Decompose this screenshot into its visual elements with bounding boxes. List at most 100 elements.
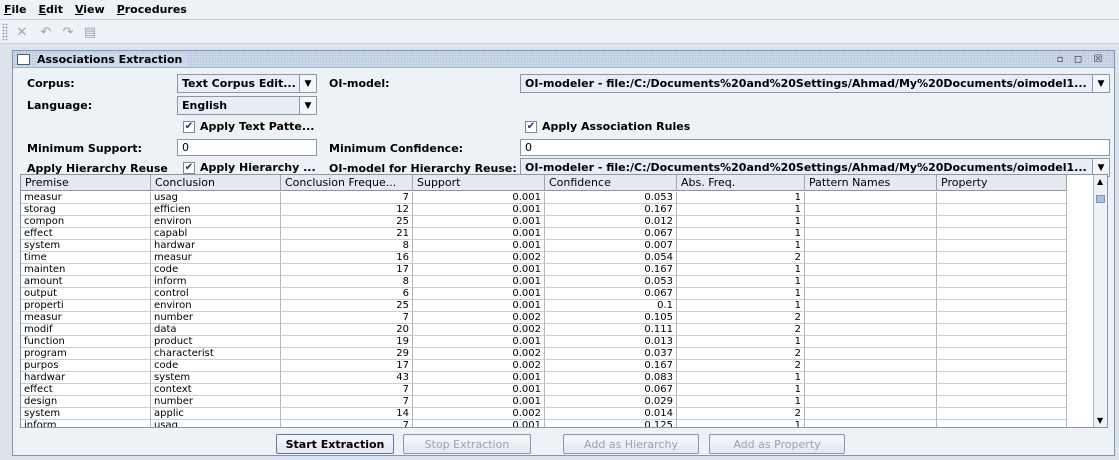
column-header[interactable]: Premise — [21, 175, 151, 190]
table-cell: 0.001 — [413, 204, 545, 216]
apply-association-rules-checkbox[interactable]: ✔ Apply Association Rules — [525, 120, 690, 133]
redo-icon[interactable]: ↷ — [58, 23, 78, 41]
table-cell: 7 — [281, 192, 413, 204]
table-cell: 17 — [281, 360, 413, 372]
column-header[interactable]: Conclusion — [151, 175, 281, 190]
table-cell: hardwar — [21, 372, 151, 384]
chevron-down-icon[interactable]: ▼ — [299, 75, 316, 92]
table-cell — [937, 336, 1067, 348]
scrollbar-thumb[interactable] — [1096, 195, 1105, 203]
table-cell — [805, 228, 937, 240]
table-cell: design — [21, 396, 151, 408]
table-row[interactable]: system hardwar 8 0.001 0.007 1 — [21, 240, 1067, 252]
table-row[interactable]: time measur 16 0.002 0.054 2 — [21, 252, 1067, 264]
table-cell — [805, 336, 937, 348]
table-cell: 0.167 — [545, 204, 677, 216]
table-cell: measur — [21, 312, 151, 324]
table-cell: 0.007 — [545, 240, 677, 252]
table-cell: control — [151, 288, 281, 300]
table-row[interactable]: hardwar system 43 0.001 0.083 1 — [21, 372, 1067, 384]
apply-hierarchy-checkbox[interactable]: ✔ Apply Hierarchy ... — [183, 161, 316, 174]
table-cell — [937, 384, 1067, 396]
table-cell: time — [21, 252, 151, 264]
table-cell — [937, 216, 1067, 228]
table-cell — [805, 324, 937, 336]
table-row[interactable]: modif data 20 0.002 0.111 2 — [21, 324, 1067, 336]
scroll-down-icon[interactable]: ▼ — [1097, 416, 1103, 425]
paste-icon[interactable]: ▤ — [80, 23, 100, 41]
menu-view[interactable]: View — [75, 3, 105, 16]
table-cell: code — [151, 264, 281, 276]
table-row[interactable]: system applic 14 0.002 0.014 2 — [21, 408, 1067, 420]
table-cell: 1 — [677, 204, 805, 216]
table-row[interactable]: effect context 7 0.001 0.067 1 — [21, 384, 1067, 396]
chevron-down-icon[interactable]: ▼ — [1092, 75, 1109, 92]
min-support-input[interactable]: 0 — [177, 139, 317, 156]
corpus-select[interactable]: Text Corpus Edit... ▼ — [177, 74, 317, 93]
table-cell — [937, 420, 1067, 427]
table-cell: efficien — [151, 204, 281, 216]
table-cell: 12 — [281, 204, 413, 216]
menu-file[interactable]: File — [4, 3, 27, 16]
table-row[interactable]: inform usag 7 0.001 0.125 1 — [21, 420, 1067, 427]
table-cell: 0.001 — [413, 216, 545, 228]
table-cell: 0.001 — [413, 276, 545, 288]
table-row[interactable]: function product 19 0.001 0.013 1 — [21, 336, 1067, 348]
table-row[interactable]: measur number 7 0.002 0.105 2 — [21, 312, 1067, 324]
menu-edit[interactable]: Edit — [39, 3, 63, 16]
table-cell: 1 — [677, 300, 805, 312]
column-header[interactable]: Pattern Names — [805, 175, 937, 190]
column-header[interactable]: Support — [413, 175, 545, 190]
column-header[interactable]: Confidence — [545, 175, 677, 190]
add-as-property-button[interactable]: Add as Property — [709, 434, 845, 454]
table-cell: 0.029 — [545, 396, 677, 408]
vertical-scrollbar[interactable]: ▲ ▼ — [1093, 175, 1107, 427]
table-cell: 1 — [677, 264, 805, 276]
table-cell: 14 — [281, 408, 413, 420]
language-select[interactable]: English ▼ — [177, 96, 317, 115]
table-row[interactable]: program characterist 29 0.002 0.037 2 — [21, 348, 1067, 360]
table-cell: 0.001 — [413, 288, 545, 300]
table-cell: inform — [21, 420, 151, 427]
window-title-bar[interactable]: Associations Extraction ▫ ◻ ☒ — [13, 51, 1114, 68]
table-cell: compon — [21, 216, 151, 228]
menu-procedures[interactable]: Procedures — [117, 3, 187, 16]
table-row[interactable]: purpos code 17 0.002 0.167 2 — [21, 360, 1067, 372]
table-cell: characterist — [151, 348, 281, 360]
undo-icon[interactable]: ↶ — [36, 23, 56, 41]
min-confidence-input[interactable]: 0 — [520, 139, 1110, 156]
table-row[interactable]: storag efficien 12 0.001 0.167 1 — [21, 204, 1067, 216]
add-as-hierarchy-button[interactable]: Add as Hierarchy — [563, 434, 699, 454]
table-row[interactable]: measur usag 7 0.001 0.053 1 — [21, 192, 1067, 204]
table-cell: 1 — [677, 276, 805, 288]
table-row[interactable]: design number 7 0.001 0.029 1 — [21, 396, 1067, 408]
table-cell: 2 — [677, 360, 805, 372]
close-icon[interactable]: ✕ — [12, 23, 32, 41]
table-cell: 0.002 — [413, 408, 545, 420]
table-cell: measur — [21, 192, 151, 204]
scroll-up-icon[interactable]: ▲ — [1097, 177, 1103, 186]
stop-extraction-button[interactable]: Stop Extraction — [403, 434, 531, 454]
oimodel-select[interactable]: OI-modeler - file:/C:/Documents%20and%20… — [520, 74, 1110, 93]
close-window-icon[interactable]: ☒ — [1091, 52, 1105, 66]
table-row[interactable]: mainten code 17 0.001 0.167 1 — [21, 264, 1067, 276]
table-cell: 0.002 — [413, 360, 545, 372]
column-header[interactable]: Property — [937, 175, 1067, 190]
start-extraction-button[interactable]: Start Extraction — [276, 434, 394, 454]
table-row[interactable]: properti environ 25 0.001 0.1 1 — [21, 300, 1067, 312]
table-cell — [805, 264, 937, 276]
table-row[interactable]: effect capabl 21 0.001 0.067 1 — [21, 228, 1067, 240]
table-cell: 0.001 — [413, 336, 545, 348]
table-cell — [937, 228, 1067, 240]
apply-text-patterns-checkbox[interactable]: ✔ Apply Text Patte... — [183, 120, 314, 133]
column-header[interactable]: Abs. Freq. — [677, 175, 805, 190]
column-header[interactable]: Conclusion Freque... — [281, 175, 413, 190]
maximize-icon[interactable]: ◻ — [1071, 52, 1085, 66]
chevron-down-icon[interactable]: ▼ — [299, 97, 316, 114]
minimize-icon[interactable]: ▫ — [1053, 52, 1067, 66]
table-row[interactable]: amount inform 8 0.001 0.053 1 — [21, 276, 1067, 288]
toolbar-grip-icon[interactable] — [2, 23, 8, 41]
table-row[interactable]: compon environ 25 0.001 0.012 1 — [21, 216, 1067, 228]
table-row[interactable]: output control 6 0.001 0.067 1 — [21, 288, 1067, 300]
table-cell — [805, 312, 937, 324]
